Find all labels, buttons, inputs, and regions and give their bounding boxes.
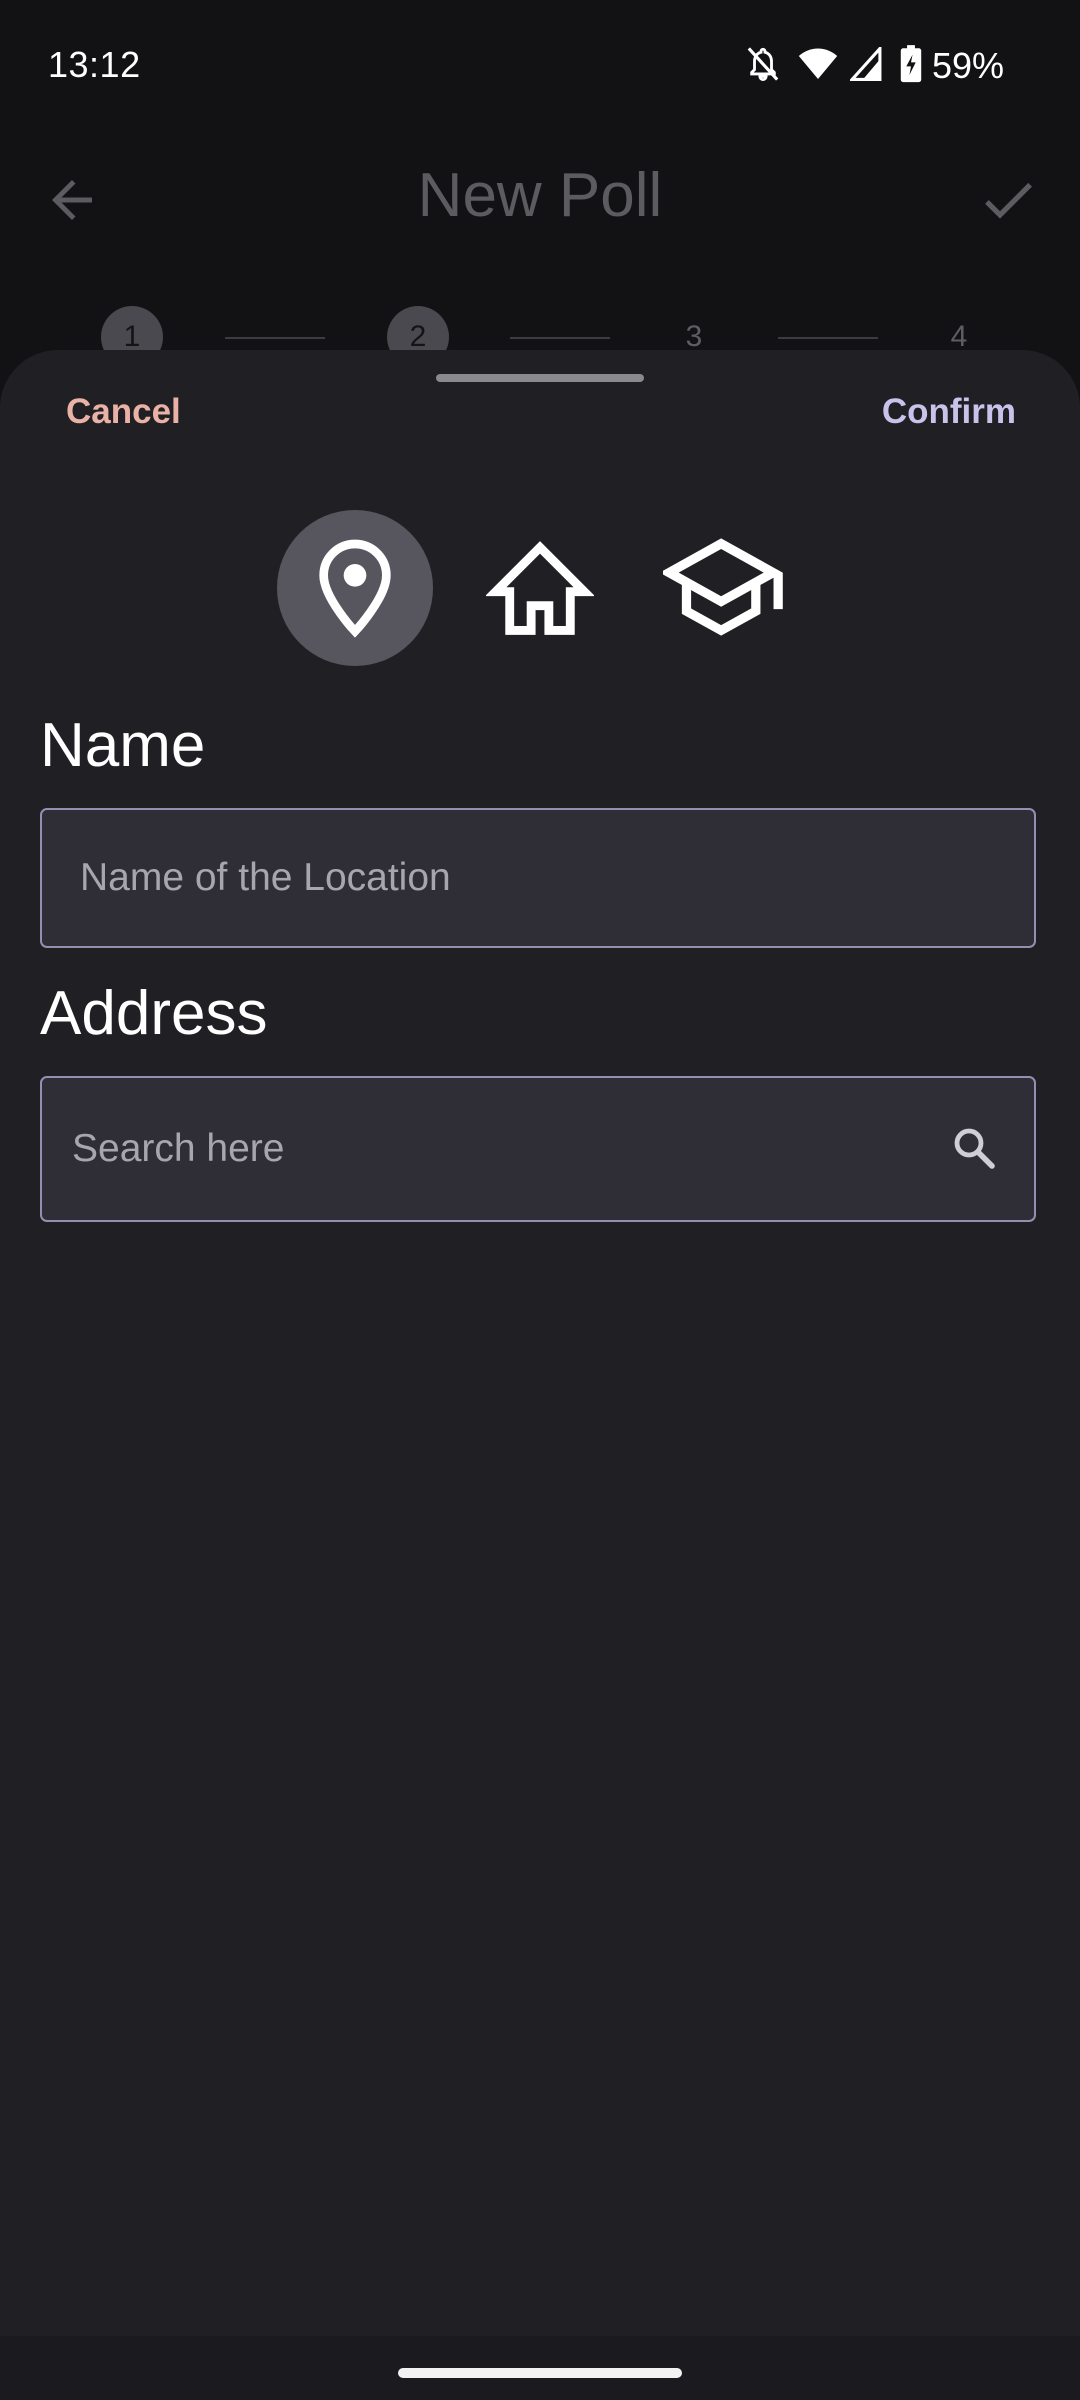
location-type-home[interactable] [462, 510, 618, 666]
battery-percent: 59% [931, 45, 1004, 86]
address-label: Address [40, 979, 268, 1048]
location-type-selector [0, 510, 1080, 670]
bell-off-icon [746, 45, 780, 88]
page-title: New Poll [417, 161, 663, 230]
graduation-cap-icon [663, 538, 783, 636]
address-search-button[interactable] [950, 1124, 998, 1172]
map-pin-icon [319, 539, 391, 638]
confirm-button[interactable]: Confirm [882, 392, 1016, 432]
step-connector [225, 337, 325, 339]
status-bar: 13:12 59% [0, 0, 1080, 130]
name-label: Name [40, 711, 206, 780]
cell-signal-icon [848, 44, 882, 86]
battery-charging-icon [900, 44, 922, 88]
home-gesture-handle[interactable] [398, 2368, 682, 2378]
step-connector [510, 337, 610, 339]
location-bottom-sheet: Cancel Confirm Name Address [0, 350, 1080, 2400]
home-icon [486, 541, 594, 635]
step-connector [778, 337, 878, 339]
cancel-button[interactable]: Cancel [66, 392, 181, 432]
status-time: 13:12 [48, 44, 141, 85]
check-icon [985, 182, 1032, 219]
name-input[interactable] [80, 810, 880, 946]
wifi-icon [798, 47, 838, 86]
address-field [40, 1076, 1036, 1222]
address-search-input[interactable] [72, 1078, 872, 1220]
app-bar: New Poll [0, 130, 1080, 260]
location-type-pin[interactable] [277, 510, 433, 666]
location-type-school[interactable] [647, 510, 803, 666]
save-poll-button[interactable] [976, 168, 1040, 232]
gesture-nav-bar [0, 2336, 1080, 2400]
search-icon [954, 1128, 995, 1169]
status-icons: 59% [728, 44, 1004, 88]
name-field [40, 808, 1036, 948]
drag-handle[interactable] [436, 374, 644, 382]
